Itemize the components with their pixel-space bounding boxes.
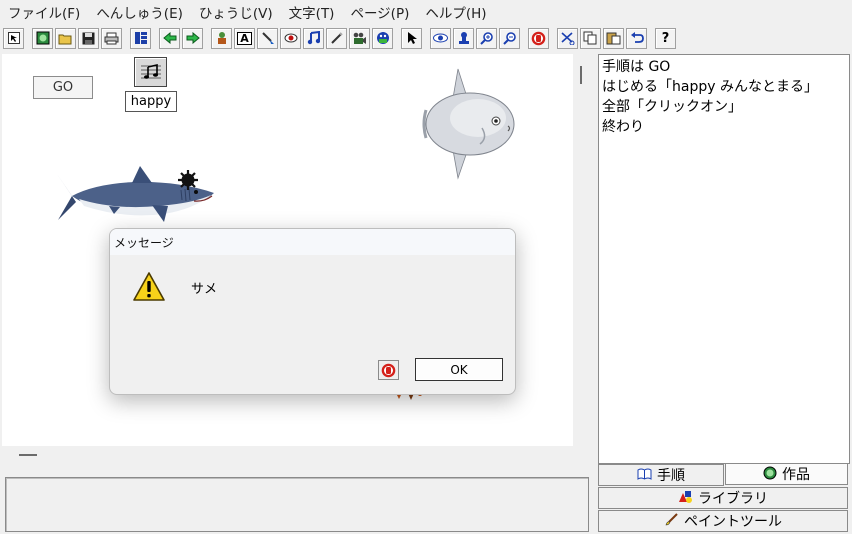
music-note-icon[interactable] [303,27,324,49]
music-sprite[interactable] [134,57,167,87]
dialog-title: メッセージ [110,229,515,255]
stage-vertical-scroll-thumb[interactable] [580,66,582,84]
menu-edit[interactable]: へんしゅう(E) [88,2,191,22]
arrow-cursor-icon[interactable] [401,27,422,49]
menu-file[interactable]: ファイル(F) [0,2,88,22]
dialog-message: サメ [191,282,218,297]
menu-bar: ファイル(F) へんしゅう(E) ひょうじ(V) 文字(T) ページ(P) ヘル… [0,0,852,24]
tab-procedure-label: 手順 [657,468,685,484]
print-icon[interactable] [101,27,122,49]
message-area[interactable] [5,477,589,532]
paint-tool-label: ペイントツール [684,514,782,530]
tab-procedure[interactable]: 手順 [598,464,724,486]
script-line[interactable]: 手順は GO [602,57,846,77]
stop-hand-icon[interactable] [528,27,549,49]
help-icon[interactable]: ? [655,27,676,49]
robot-face-icon[interactable] [372,27,393,49]
page-list-icon[interactable] [130,27,151,49]
menu-text[interactable]: 文字(T) [281,2,343,22]
library-button[interactable]: ライブラリ [598,487,848,509]
new-page-icon[interactable] [32,27,53,49]
cut-scissors-icon[interactable] [557,27,578,49]
stage-vertical-scrollbar[interactable] [576,54,592,466]
paste-icon[interactable] [603,27,624,49]
character-tool-icon[interactable] [211,27,232,49]
tab-work-label: 作品 [782,467,810,483]
copy-icon[interactable] [580,27,601,49]
stamp-icon[interactable] [453,27,474,49]
paint-brush-icon[interactable] [257,27,278,49]
menu-page[interactable]: ページ(P) [342,2,417,22]
music-sprite-label: happy [125,91,177,112]
pen-tool-icon[interactable] [326,27,347,49]
library-label: ライブラリ [698,491,768,507]
script-line[interactable]: 終わり [602,117,846,137]
gear-sprite[interactable] [177,169,199,191]
warning-icon [133,272,165,301]
dialog-stop-icon[interactable] [378,360,399,380]
open-folder-icon[interactable] [55,27,76,49]
go-button[interactable]: GO [33,76,93,99]
menu-view[interactable]: ひょうじ(V) [191,2,281,22]
save-icon[interactable] [78,27,99,49]
undo-icon[interactable] [626,27,647,49]
stage-horizontal-scrollbar[interactable] [2,446,573,466]
text-tool-icon[interactable]: A [234,27,255,49]
next-page-icon[interactable] [182,27,203,49]
zoom-out-icon[interactable] [499,27,520,49]
sunfish-sprite[interactable] [420,68,515,180]
script-editor[interactable]: 手順は GO はじめる「happy みんなとまる」 全部「クリックオン」 終わり [598,54,850,464]
movie-camera-icon[interactable] [349,27,370,49]
music-staff-icon [140,64,161,79]
paint-tool-button[interactable]: ペイントツール [598,510,848,532]
script-line[interactable]: はじめる「happy みんなとまる」 [602,77,846,97]
prev-page-icon[interactable] [159,27,180,49]
tab-work[interactable]: 作品 [725,463,848,485]
globe-icon [763,466,777,483]
stage-horizontal-scroll-thumb[interactable] [19,454,37,456]
book-icon [637,468,652,483]
message-dialog: メッセージ サメ OK [109,228,516,395]
eye-icon[interactable] [430,27,451,49]
ok-button[interactable]: OK [415,358,503,381]
zoom-in-icon[interactable] [476,27,497,49]
menu-help[interactable]: ヘルプ(H) [417,2,494,22]
brush-icon [664,512,679,530]
script-line[interactable]: 全部「クリックオン」 [602,97,846,117]
shapes-icon [678,490,693,506]
toolbar: A ? [0,26,852,50]
eye-ball-icon[interactable] [280,27,301,49]
pointer-small-icon[interactable] [3,27,24,49]
